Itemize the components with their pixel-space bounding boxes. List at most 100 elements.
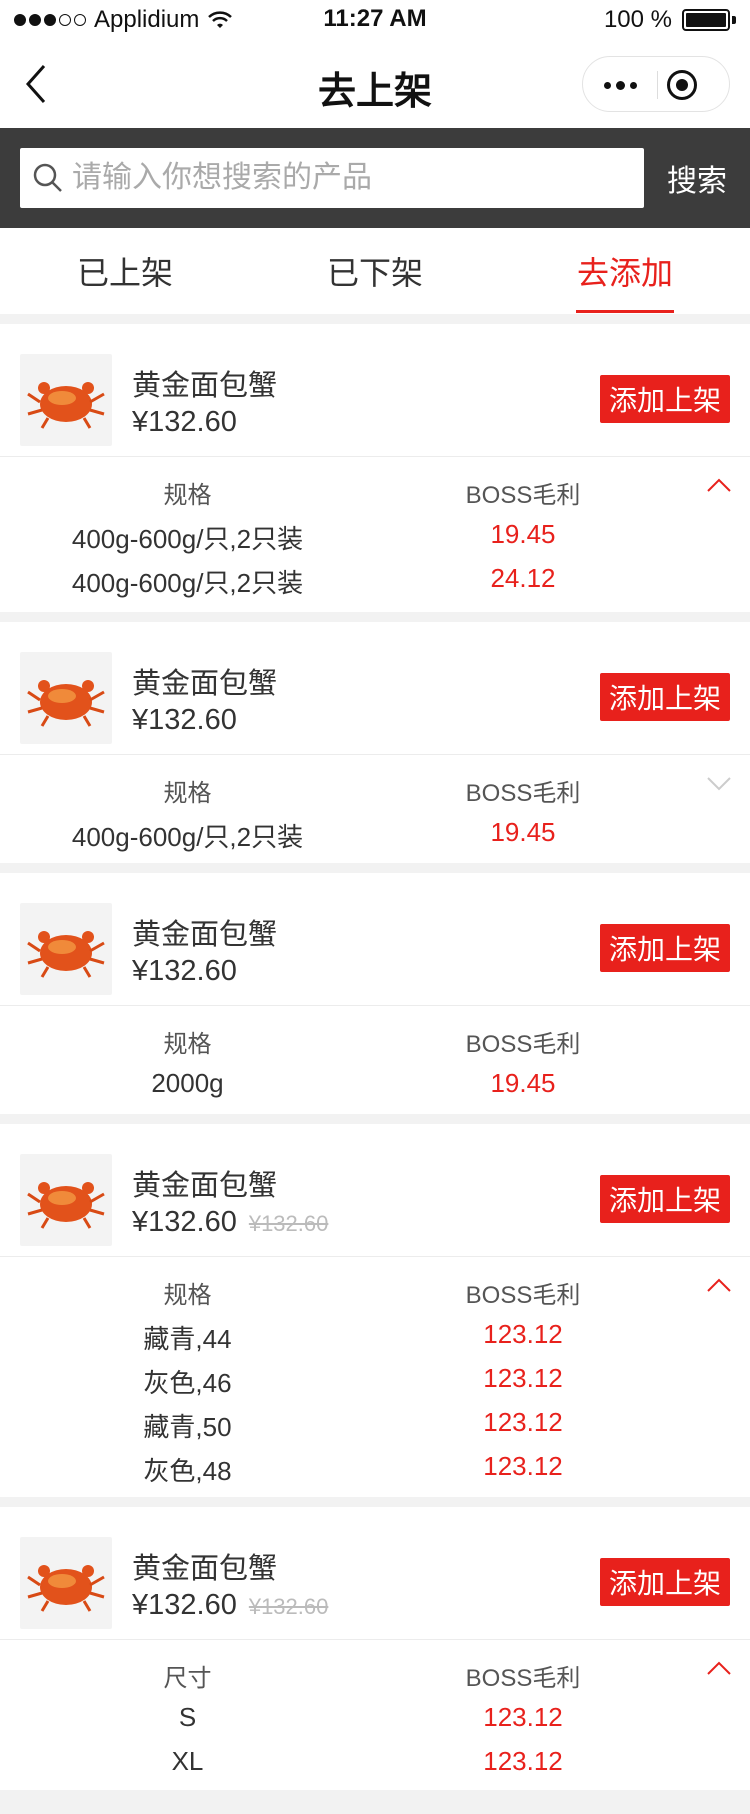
product-price-line: ¥132.60 <box>132 704 237 737</box>
spec-header: 规格 <box>163 1282 212 1309</box>
spec-header: 尺寸 <box>163 1665 212 1692</box>
spec-value: 400g-600g/只,2只装 <box>71 568 304 598</box>
original-price: ¥132.60 <box>248 1211 329 1236</box>
product-name: 黄金面包蟹 <box>132 919 278 951</box>
product-thumbnail <box>20 1537 112 1629</box>
crab-image-icon <box>27 1565 105 1612</box>
add-to-shelf-button[interactable]: 添加上架 <box>600 924 730 972</box>
profit-header: BOSS毛利 <box>465 1665 581 1692</box>
product-row: 黄金面包蟹 ¥132.60 ¥132.60 添加上架 <box>0 1124 750 1257</box>
chevron-down-icon[interactable] <box>706 775 732 791</box>
product-name: 黄金面包蟹 <box>132 1170 278 1202</box>
profit-value: 123.12 <box>483 1407 563 1437</box>
search-input[interactable] <box>72 148 632 208</box>
nav-bar: 去上架 <box>0 40 750 128</box>
spec-header-row: 规格 BOSS毛利 <box>0 773 750 817</box>
battery-tip <box>732 16 736 24</box>
chevron-up-icon[interactable] <box>706 1277 732 1293</box>
product-card: 黄金面包蟹 ¥132.60 ¥132.60 添加上架 规格 BOSS毛利 藏青,4… <box>0 1124 750 1497</box>
spec-row: 藏青,50 123.12 <box>0 1407 750 1451</box>
spec-header-row: 规格 BOSS毛利 <box>0 1024 750 1068</box>
spec-row: 灰色,46 123.12 <box>0 1363 750 1407</box>
product-card: 黄金面包蟹 ¥132.60 ¥132.60 添加上架 尺寸 BOSS毛利 S 12… <box>0 1507 750 1790</box>
spec-row: 藏青,44 123.12 <box>0 1319 750 1363</box>
spec-table: 规格 BOSS毛利 400g-600g/只,2只装 19.45 <box>0 755 750 863</box>
product-price: ¥132.60 <box>132 1589 237 1621</box>
spec-value: 灰色,48 <box>143 1456 232 1486</box>
battery-icon <box>682 9 730 31</box>
profit-header: BOSS毛利 <box>465 1031 581 1058</box>
spec-value: 2000g <box>151 1068 224 1098</box>
product-thumbnail <box>20 903 112 995</box>
spec-row: 400g-600g/只,2只装 19.45 <box>0 519 750 563</box>
product-price: ¥132.60 <box>132 704 237 736</box>
product-card: 黄金面包蟹 ¥132.60 添加上架 规格 BOSS毛利 400g-600g/只… <box>0 324 750 612</box>
add-to-shelf-button[interactable]: 添加上架 <box>600 1558 730 1606</box>
tab-bar: 已上架 已下架 去添加 <box>0 228 750 314</box>
crab-image-icon <box>27 1182 105 1229</box>
status-bar: Applidium 11:27 AM 100 % <box>0 0 750 40</box>
product-card: 黄金面包蟹 ¥132.60 添加上架 规格 BOSS毛利 400g-600g/只… <box>0 622 750 863</box>
spec-value: XL <box>171 1746 204 1776</box>
mini-program-capsule <box>582 56 730 112</box>
profit-header: BOSS毛利 <box>465 780 581 807</box>
product-price: ¥132.60 <box>132 406 237 438</box>
product-price: ¥132.60 <box>132 1206 237 1238</box>
product-thumbnail <box>20 1154 112 1246</box>
chevron-up-icon[interactable] <box>706 1660 732 1676</box>
spec-row: 400g-600g/只,2只装 19.45 <box>0 817 750 861</box>
spec-row: 2000g 19.45 <box>0 1068 750 1112</box>
tab-delisted[interactable]: 已下架 <box>280 228 470 314</box>
add-to-shelf-button[interactable]: 添加上架 <box>600 673 730 721</box>
spec-value: S <box>178 1702 197 1732</box>
product-thumbnail <box>20 652 112 744</box>
profit-value: 19.45 <box>490 519 556 549</box>
more-icon[interactable] <box>583 57 657 113</box>
close-target-icon[interactable] <box>667 70 697 100</box>
product-list: 黄金面包蟹 ¥132.60 添加上架 规格 BOSS毛利 400g-600g/只… <box>0 314 750 1790</box>
add-to-shelf-button[interactable]: 添加上架 <box>600 375 730 423</box>
profit-header: BOSS毛利 <box>465 1282 581 1309</box>
battery-percent: 100 % <box>603 6 672 33</box>
product-row: 黄金面包蟹 ¥132.60 添加上架 <box>0 622 750 755</box>
product-price-line: ¥132.60 <box>132 406 237 439</box>
profit-value: 123.12 <box>483 1702 563 1732</box>
spec-header: 规格 <box>163 1031 212 1058</box>
crab-image-icon <box>27 382 105 429</box>
profit-value: 123.12 <box>483 1319 563 1349</box>
original-price: ¥132.60 <box>248 1594 329 1619</box>
product-row: 黄金面包蟹 ¥132.60 添加上架 <box>0 324 750 457</box>
spec-table: 尺寸 BOSS毛利 S 123.12 XL 123.12 <box>0 1640 750 1790</box>
chevron-up-icon[interactable] <box>706 477 732 493</box>
crab-image-icon <box>27 680 105 727</box>
tab-listed[interactable]: 已上架 <box>30 228 220 314</box>
spec-value: 400g-600g/只,2只装 <box>71 822 304 852</box>
product-name: 黄金面包蟹 <box>132 668 278 700</box>
product-price-line: ¥132.60 ¥132.60 <box>132 1206 328 1239</box>
product-card: 黄金面包蟹 ¥132.60 添加上架 规格 BOSS毛利 2000g 19.45 <box>0 873 750 1114</box>
spec-header-row: 尺寸 BOSS毛利 <box>0 1658 750 1702</box>
spec-value: 灰色,46 <box>143 1368 232 1398</box>
capsule-divider <box>657 71 658 99</box>
spec-row: 灰色,48 123.12 <box>0 1451 750 1495</box>
tab-add[interactable]: 去添加 <box>530 228 720 314</box>
spec-table: 规格 BOSS毛利 藏青,44 123.12 灰色,46 123.12 藏青,5… <box>0 1257 750 1497</box>
spec-row: S 123.12 <box>0 1702 750 1746</box>
product-price-line: ¥132.60 ¥132.60 <box>132 1589 328 1622</box>
spec-header: 规格 <box>163 482 212 509</box>
search-box <box>20 148 644 208</box>
profit-value: 123.12 <box>483 1746 563 1776</box>
spec-table: 规格 BOSS毛利 400g-600g/只,2只装 19.45 400g-600… <box>0 457 750 612</box>
profit-value: 123.12 <box>483 1451 563 1481</box>
spec-header-row: 规格 BOSS毛利 <box>0 1275 750 1319</box>
search-button[interactable]: 搜索 <box>644 148 750 208</box>
spec-row: XL 123.12 <box>0 1746 750 1790</box>
product-thumbnail <box>20 354 112 446</box>
spec-header-row: 规格 BOSS毛利 <box>0 475 750 519</box>
add-to-shelf-button[interactable]: 添加上架 <box>600 1175 730 1223</box>
status-right: 100 % <box>604 6 736 34</box>
profit-value: 123.12 <box>483 1363 563 1393</box>
search-bar: 搜索 <box>0 128 750 228</box>
crab-image-icon <box>27 931 105 978</box>
product-price-line: ¥132.60 <box>132 955 237 988</box>
